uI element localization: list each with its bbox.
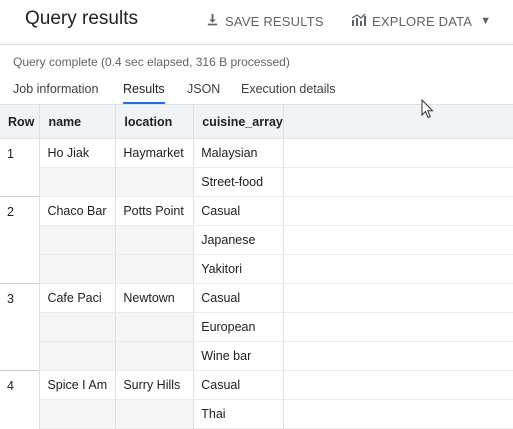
row-number-cell: 2 — [0, 196, 41, 284]
row-number-cell: 1 — [0, 138, 41, 197]
chevron-down-icon[interactable]: ▼ — [480, 15, 491, 27]
column-header-name: name — [39, 105, 117, 139]
table-row: Thai — [0, 399, 513, 429]
cuisine-cell: Malaysian — [193, 138, 284, 168]
cuisine-cell: Wine bar — [193, 341, 284, 371]
table-header-row: Row name location cuisine_array — [0, 105, 513, 139]
name-cell-empty — [39, 399, 117, 429]
page-title: Query results — [25, 8, 138, 29]
tab-results[interactable]: Results — [123, 82, 165, 104]
name-cell-empty — [39, 167, 117, 197]
name-cell: Chaco Bar — [39, 196, 117, 226]
name-cell: Cafe Paci — [39, 283, 117, 313]
column-header-filler — [283, 105, 513, 139]
download-icon — [206, 13, 225, 29]
header-divider — [0, 44, 513, 45]
results-table: Row name location cuisine_array 1 Ho Jiak… — [0, 105, 513, 429]
cuisine-cell: Thai — [193, 399, 284, 429]
save-results-button[interactable]: SAVE RESULTS — [206, 13, 324, 29]
location-cell-empty — [115, 312, 195, 342]
cuisine-cell: Japanese — [193, 225, 284, 255]
name-cell: Ho Jiak — [39, 138, 117, 168]
tab-json[interactable]: JSON — [187, 82, 220, 102]
location-cell-empty — [115, 167, 195, 197]
location-cell: Newtown — [115, 283, 195, 313]
filler-cell — [283, 167, 513, 197]
filler-cell — [283, 283, 513, 313]
table-row: 2 Chaco Bar Potts Point Casual — [0, 196, 513, 284]
table-row: Street-food — [0, 167, 513, 197]
save-results-label: SAVE RESULTS — [225, 13, 324, 29]
filler-cell — [283, 196, 513, 226]
column-header-row: Row — [0, 105, 41, 139]
table-body: 1 Ho Jiak Haymarket Malaysian Street-food 2 Ch… — [0, 138, 513, 429]
column-header-cuisine-array: cuisine_array — [193, 105, 284, 139]
table-row: European — [0, 312, 513, 342]
cuisine-cell: Casual — [193, 283, 284, 313]
name-cell-empty — [39, 341, 117, 371]
mouse-pointer-icon — [421, 98, 434, 124]
row-number-cell: 3 — [0, 283, 41, 371]
location-cell-empty — [115, 341, 195, 371]
results-header: Query results SAVE RESULTS EXPLORE DATA … — [0, 0, 513, 44]
filler-cell — [283, 225, 513, 255]
cuisine-cell: Yakitori — [193, 254, 284, 284]
location-cell: Surry Hills — [115, 370, 195, 400]
cuisine-cell: Street-food — [193, 167, 284, 197]
table-row: Wine bar — [0, 341, 513, 371]
table-row: 1 Ho Jiak Haymarket Malaysian — [0, 138, 513, 197]
results-tabs: Job information Results JSON Execution d… — [0, 75, 513, 104]
filler-cell — [283, 138, 513, 168]
name-cell-empty — [39, 225, 117, 255]
tab-job-information[interactable]: Job information — [13, 82, 98, 102]
tab-execution-details[interactable]: Execution details — [241, 82, 336, 102]
explore-data-button[interactable]: EXPLORE DATA ▼ — [351, 13, 491, 29]
filler-cell — [283, 341, 513, 371]
table-row: 4 Spice I Am Surry Hills Casual — [0, 370, 513, 429]
location-cell-empty — [115, 254, 195, 284]
filler-cell — [283, 254, 513, 284]
filler-cell — [283, 312, 513, 342]
table-row: Yakitori — [0, 254, 513, 284]
name-cell: Spice I Am — [39, 370, 117, 400]
row-number-cell: 4 — [0, 370, 41, 429]
cuisine-cell: Casual — [193, 370, 284, 400]
chart-icon — [351, 13, 372, 29]
location-cell-empty — [115, 225, 195, 255]
query-status: Query complete (0.4 sec elapsed, 316 B p… — [13, 55, 290, 69]
filler-cell — [283, 399, 513, 429]
location-cell: Potts Point — [115, 196, 195, 226]
column-header-location: location — [115, 105, 195, 139]
table-row: Japanese — [0, 225, 513, 255]
cuisine-cell: European — [193, 312, 284, 342]
filler-cell — [283, 370, 513, 400]
table-row: 3 Cafe Paci Newtown Casual — [0, 283, 513, 371]
cuisine-cell: Casual — [193, 196, 284, 226]
name-cell-empty — [39, 254, 117, 284]
explore-data-label: EXPLORE DATA — [372, 13, 473, 29]
name-cell-empty — [39, 312, 117, 342]
location-cell: Haymarket — [115, 138, 195, 168]
location-cell-empty — [115, 399, 195, 429]
